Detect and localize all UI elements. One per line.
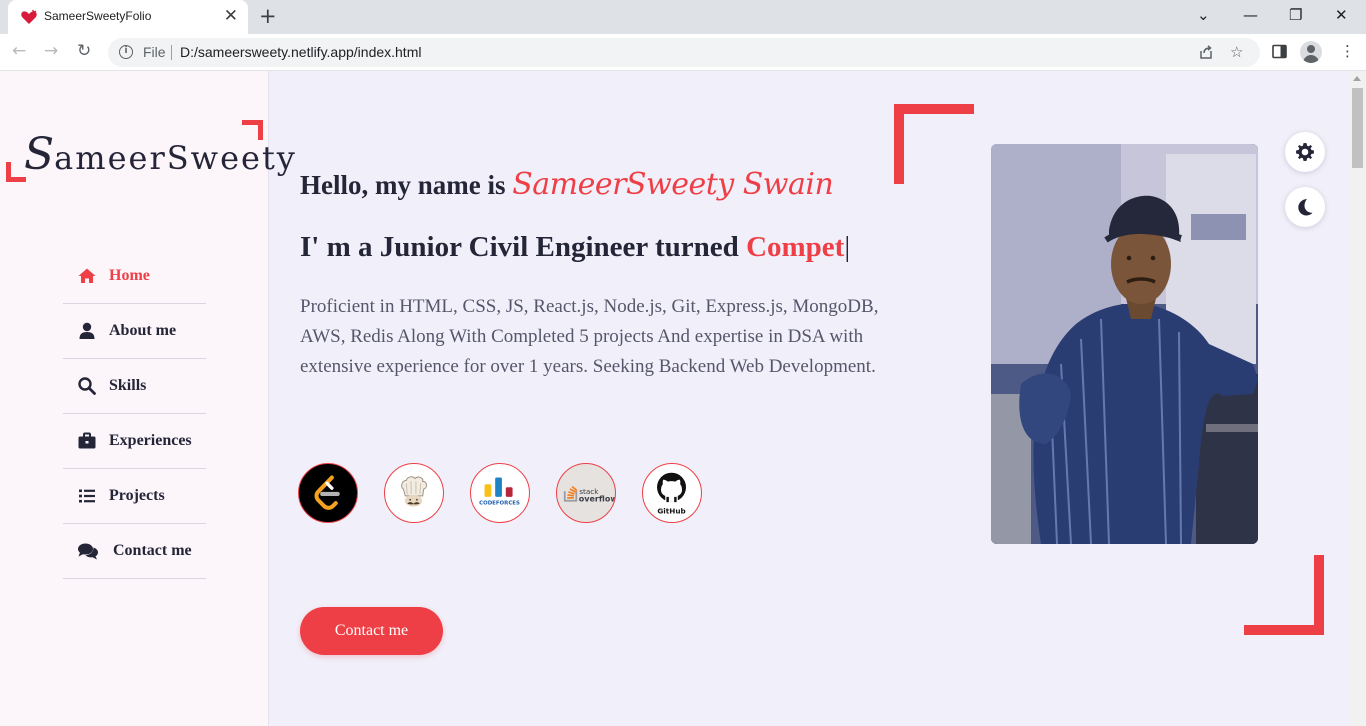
comments-icon: [78, 543, 98, 560]
social-link-stackoverflow[interactable]: stack overflow: [556, 463, 616, 523]
github-icon: GitHub: [657, 472, 687, 515]
social-link-github[interactable]: GitHub: [642, 463, 702, 523]
restore-button[interactable]: ❐: [1289, 5, 1302, 25]
codeforces-logo-text: CODEFORCES: [479, 501, 520, 507]
sidebar-item-skills[interactable]: Skills: [63, 359, 206, 414]
hero-about-text: Proficient in HTML, CSS, JS, React.js, N…: [300, 296, 879, 377]
sidebar-item-label: Home: [109, 267, 150, 284]
sidebar-item-home[interactable]: Home: [63, 249, 206, 304]
bookmark-star-icon[interactable]: ☆: [1230, 43, 1243, 61]
stackoverflow-icon: stack overflow: [563, 485, 615, 504]
profile-photo-illustration: [991, 144, 1258, 544]
sidebar-item-projects[interactable]: Projects: [63, 469, 206, 524]
sidebar-item-label: Experiences: [109, 432, 192, 449]
greeting-text: Hello, my name is: [300, 170, 513, 200]
logo-initial: S: [24, 129, 55, 180]
sidebar-item-label: About me: [109, 322, 177, 339]
logo-corner-bottom-left: [6, 162, 26, 182]
minimize-button[interactable]: —: [1243, 5, 1258, 25]
back-button[interactable]: ←: [12, 41, 26, 61]
sidebar-item-contact[interactable]: Contact me: [63, 524, 206, 579]
forward-button[interactable]: →: [44, 41, 58, 61]
new-tab-button[interactable]: +: [259, 4, 277, 28]
close-window-button[interactable]: ✕: [1335, 5, 1348, 25]
typing-cursor: |: [844, 231, 851, 263]
site-info-icon[interactable]: i: [119, 45, 133, 59]
scheme-label: File: [143, 44, 166, 60]
contact-me-button[interactable]: Contact me: [300, 607, 443, 655]
social-link-codechef[interactable]: [384, 463, 444, 523]
social-link-leetcode[interactable]: [298, 463, 358, 523]
logo-rest: ameerSweety: [54, 139, 297, 177]
browser-tab-bar: SameerSweetyFolio ✕ + ⌄ — ❐ ✕: [0, 0, 1366, 34]
heart-favicon-icon: [21, 9, 37, 24]
profile-photo: [991, 144, 1258, 544]
hero-name: SameerSweety Swain: [512, 167, 834, 202]
browser-toolbar: ← → ↻ i File D:/sameersweety.netlify.app…: [0, 34, 1366, 71]
gear-icon: [1296, 143, 1314, 161]
reload-button[interactable]: ↻: [77, 41, 91, 61]
social-link-codeforces[interactable]: CODEFORCES: [470, 463, 530, 523]
briefcase-icon: [78, 432, 96, 449]
url-text[interactable]: D:/sameersweety.netlify.app/index.html: [180, 44, 421, 60]
share-icon[interactable]: [1198, 44, 1214, 60]
tab-close-icon[interactable]: ✕: [224, 7, 238, 25]
list-icon: [79, 489, 95, 503]
browser-menu-icon[interactable]: ⋮: [1340, 42, 1355, 60]
sidebar-item-experiences[interactable]: Experiences: [63, 414, 206, 469]
profile-avatar-icon[interactable]: [1300, 41, 1322, 63]
scrollbar-thumb[interactable]: [1352, 88, 1363, 168]
tab-title: SameerSweetyFolio: [44, 9, 152, 23]
leetcode-icon: [314, 475, 340, 510]
home-icon: [78, 268, 96, 283]
hero-greeting: Hello, my name is SameerSweety Swain: [300, 167, 834, 202]
logo-text: SameerSweety: [24, 129, 297, 180]
theme-toggle-button[interactable]: [1285, 187, 1325, 227]
settings-button[interactable]: [1285, 132, 1325, 172]
sidebar-nav: Home About me Skills Experiences Project…: [63, 249, 206, 579]
moon-icon: [1298, 199, 1313, 216]
search-icon: [78, 377, 96, 395]
stackoverflow-text-bottom: overflow: [579, 495, 615, 504]
tab-search-icon[interactable]: ⌄: [1197, 5, 1210, 25]
sidebar-item-about[interactable]: About me: [63, 304, 206, 359]
photo-frame-corner-top-left: [894, 104, 974, 184]
codechef-icon: [401, 476, 427, 507]
page-scrollbar[interactable]: [1349, 71, 1366, 726]
role-prefix: I' m a Junior Civil Engineer turned: [300, 231, 747, 263]
sidebar-item-label: Skills: [109, 377, 147, 394]
user-icon: [79, 322, 95, 339]
sidebar-item-label: Contact me: [113, 542, 192, 559]
codeforces-icon: CODEFORCES: [479, 477, 520, 507]
hero-role: I' m a Junior Civil Engineer turned Comp…: [300, 231, 850, 264]
sidebar-item-label: Projects: [109, 487, 165, 504]
omnibox-divider: [171, 45, 172, 60]
page-viewport: SameerSweety Home About me Skills Experi…: [0, 71, 1349, 726]
address-bar[interactable]: i File D:/sameersweety.netlify.app/index…: [108, 38, 1260, 67]
logo[interactable]: SameerSweety: [0, 71, 295, 201]
scroll-up-arrow-icon[interactable]: [1353, 76, 1361, 81]
side-panel-icon[interactable]: [1272, 44, 1287, 59]
sidebar: SameerSweety Home About me Skills Experi…: [0, 71, 295, 726]
photo-frame-corner-bottom-right: [1244, 555, 1324, 635]
github-logo-text: GitHub: [657, 506, 685, 515]
browser-tab[interactable]: SameerSweetyFolio ✕: [8, 0, 248, 34]
role-typed-text: Compet: [746, 231, 845, 263]
